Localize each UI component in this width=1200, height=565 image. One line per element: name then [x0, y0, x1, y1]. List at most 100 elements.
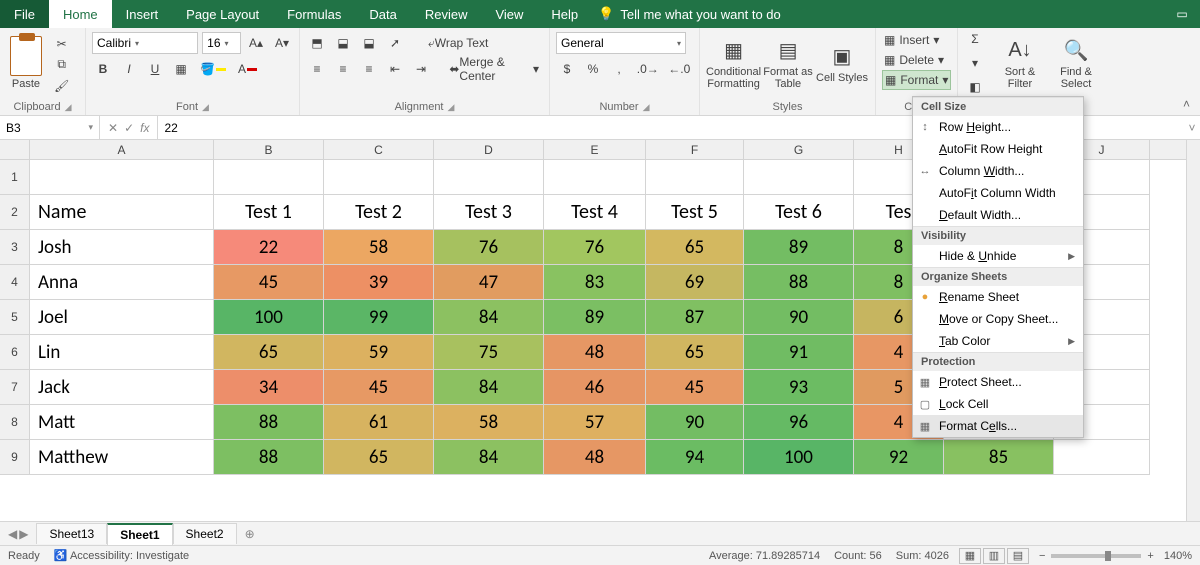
tab-file[interactable]: File: [0, 0, 49, 28]
cell-C[interactable]: [324, 160, 434, 195]
align-right-icon[interactable]: ≡: [358, 58, 380, 80]
tell-me-search[interactable]: 💡 Tell me what you want to do: [598, 0, 781, 28]
clear-icon[interactable]: ◧: [964, 76, 986, 98]
dd-row-height[interactable]: ↕Row Height...: [913, 116, 1083, 138]
cell-F[interactable]: [646, 160, 744, 195]
row-header-9[interactable]: 9: [0, 440, 30, 475]
cell-G[interactable]: 93: [744, 370, 854, 405]
fill-icon[interactable]: ▾: [964, 52, 986, 74]
cell-G[interactable]: 91: [744, 335, 854, 370]
bold-button[interactable]: B: [92, 58, 114, 80]
dd-protect-sheet[interactable]: ▦Protect Sheet...: [913, 371, 1083, 393]
new-sheet-icon[interactable]: ⊕: [245, 527, 255, 541]
percent-format-icon[interactable]: %: [582, 58, 604, 80]
cell-A[interactable]: Lin: [30, 335, 214, 370]
cell-E[interactable]: 89: [544, 300, 646, 335]
cell-C[interactable]: 58: [324, 230, 434, 265]
collapse-ribbon-icon[interactable]: ˄: [1183, 97, 1190, 111]
cell-G[interactable]: 88: [744, 265, 854, 300]
cell-D[interactable]: 76: [434, 230, 544, 265]
increase-font-icon[interactable]: A▴: [245, 32, 267, 54]
cell-A[interactable]: [30, 160, 214, 195]
cell-E[interactable]: 83: [544, 265, 646, 300]
cells-format-button[interactable]: ▦Format▾: [882, 70, 951, 90]
cut-icon[interactable]: ✂: [50, 34, 73, 53]
dd-hide-unhide[interactable]: Hide & Unhide▶: [913, 245, 1083, 267]
cell-C[interactable]: 65: [324, 440, 434, 475]
cell-I[interactable]: 85: [944, 440, 1054, 475]
copy-icon[interactable]: ⧉: [50, 55, 73, 74]
page-layout-view-icon[interactable]: ▥: [983, 548, 1005, 564]
tab-help[interactable]: Help: [537, 0, 592, 28]
cell-A[interactable]: Josh: [30, 230, 214, 265]
cell-D[interactable]: 58: [434, 405, 544, 440]
decrease-decimal-icon[interactable]: ←.0: [666, 58, 694, 80]
increase-decimal-icon[interactable]: .0→: [634, 58, 662, 80]
underline-button[interactable]: U: [144, 58, 166, 80]
sheet-nav-next-icon[interactable]: ▶: [19, 527, 28, 541]
align-bottom-icon[interactable]: ⬓: [358, 32, 380, 54]
cell-B[interactable]: 34: [214, 370, 324, 405]
tab-formulas[interactable]: Formulas: [273, 0, 355, 28]
decrease-indent-icon[interactable]: ⇤: [384, 58, 406, 80]
cell-E[interactable]: [544, 160, 646, 195]
cell-G[interactable]: 90: [744, 300, 854, 335]
row-header-1[interactable]: 1: [0, 160, 30, 195]
align-top-icon[interactable]: ⬒: [306, 32, 328, 54]
cell-G[interactable]: 89: [744, 230, 854, 265]
font-size-select[interactable]: 16▾: [202, 32, 241, 54]
row-header-4[interactable]: 4: [0, 265, 30, 300]
dd-rename-sheet[interactable]: ●Rename Sheet: [913, 286, 1083, 308]
dd-lock-cell[interactable]: ▢Lock Cell: [913, 393, 1083, 415]
cell-A[interactable]: Anna: [30, 265, 214, 300]
cells-insert-button[interactable]: ▦Insert▾: [882, 30, 951, 50]
cell-F[interactable]: 87: [646, 300, 744, 335]
cell-D[interactable]: 47: [434, 265, 544, 300]
dd-format-cells[interactable]: ▦Format Cells...: [913, 415, 1083, 437]
cell-C[interactable]: 61: [324, 405, 434, 440]
cell-E[interactable]: 76: [544, 230, 646, 265]
italic-button[interactable]: I: [118, 58, 140, 80]
fill-color-button[interactable]: 🪣: [196, 58, 230, 80]
cell-D[interactable]: 84: [434, 300, 544, 335]
number-format-select[interactable]: General▾: [556, 32, 686, 54]
cell-F[interactable]: 94: [646, 440, 744, 475]
comma-format-icon[interactable]: ,: [608, 58, 630, 80]
page-break-view-icon[interactable]: ▤: [1007, 548, 1029, 564]
dd-column-width[interactable]: ↔Column Width...: [913, 160, 1083, 182]
font-color-button[interactable]: A: [234, 58, 261, 80]
cell-F[interactable]: 65: [646, 335, 744, 370]
tab-pagelayout[interactable]: Page Layout: [172, 0, 273, 28]
borders-button[interactable]: ▦: [170, 58, 192, 80]
tab-view[interactable]: View: [481, 0, 537, 28]
cell-B[interactable]: 65: [214, 335, 324, 370]
ribbon-display-options-icon[interactable]: ▭: [1164, 0, 1200, 28]
cell-E[interactable]: 57: [544, 405, 646, 440]
decrease-font-icon[interactable]: A▾: [271, 32, 293, 54]
autosum-icon[interactable]: Σ: [964, 28, 986, 50]
merge-center-button[interactable]: ⬌ Merge & Center ▾: [445, 58, 543, 80]
cancel-formula-icon[interactable]: ✕: [108, 121, 118, 135]
zoom-out-icon[interactable]: −: [1039, 550, 1045, 562]
align-center-icon[interactable]: ≡: [332, 58, 354, 80]
dd-default-width[interactable]: Default Width...: [913, 204, 1083, 226]
col-header-B[interactable]: B: [214, 140, 324, 159]
col-header-A[interactable]: A: [30, 140, 214, 159]
tab-review[interactable]: Review: [411, 0, 482, 28]
cell-F[interactable]: 45: [646, 370, 744, 405]
cell-G[interactable]: Test 6: [744, 195, 854, 230]
font-name-select[interactable]: Calibri▾: [92, 32, 198, 54]
dd-autofit-row-height[interactable]: AutoFit Row Height: [913, 138, 1083, 160]
enter-formula-icon[interactable]: ✓: [124, 121, 134, 135]
sort-filter-button[interactable]: A↓Sort & Filter: [992, 30, 1048, 96]
cell-H[interactable]: 92: [854, 440, 944, 475]
cell-E[interactable]: Test 4: [544, 195, 646, 230]
row-header-8[interactable]: 8: [0, 405, 30, 440]
find-select-button[interactable]: 🔍Find & Select: [1048, 30, 1104, 96]
cell-D[interactable]: Test 3: [434, 195, 544, 230]
cell-C[interactable]: 45: [324, 370, 434, 405]
expand-formula-bar-icon[interactable]: ˅: [1184, 116, 1200, 139]
tab-data[interactable]: Data: [355, 0, 410, 28]
col-header-C[interactable]: C: [324, 140, 434, 159]
cell-B[interactable]: 88: [214, 405, 324, 440]
